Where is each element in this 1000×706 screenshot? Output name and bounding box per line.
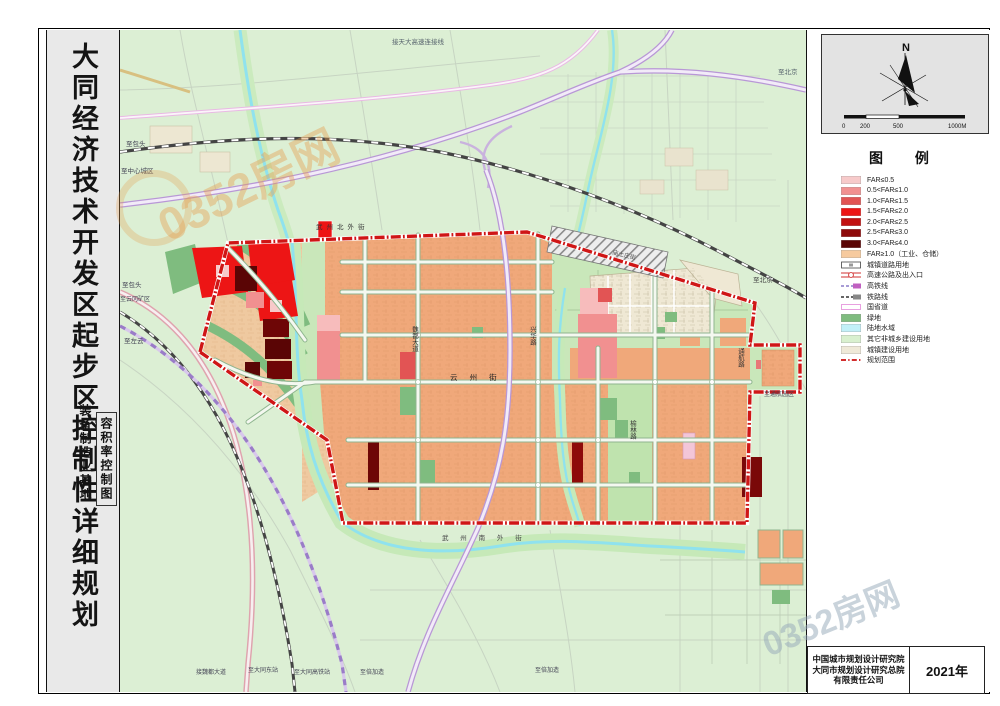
legend-label: 2.0<FAR≤2.5: [867, 219, 908, 226]
scale-500: 500: [893, 124, 904, 130]
label-to-aviation-park: 至通航园区: [764, 390, 794, 398]
green-swatch: [841, 314, 861, 322]
legend-row: 城镇建设用地: [841, 346, 943, 354]
legend-label: 高速公路及出入口: [867, 270, 923, 280]
water-swatch: [841, 324, 861, 332]
scale-200: 200: [860, 124, 871, 130]
plan-sheet: 大同经济技术开发区起步区控制性详细规划 装备制造业基地 容积率控制图: [0, 0, 1000, 706]
legend-label: 城镇道路用地: [867, 260, 909, 270]
legend-label: FAR≤0.5: [867, 177, 894, 184]
north-n-label: N: [902, 42, 910, 54]
urban-swatch: [841, 346, 861, 354]
legend-label: 其它非城乡建设用地: [867, 334, 930, 344]
north-arrow-icon: N 0 200 500 1000M: [822, 35, 988, 133]
right-panel: N 0 200 500 1000M: [806, 30, 990, 692]
legend-row: 其它非城乡建设用地: [841, 335, 943, 343]
label-to-beijing-rail: 至北京: [753, 275, 773, 284]
plan-year: 2021年: [910, 647, 984, 693]
scale-1000: 1000M: [948, 124, 966, 130]
scale-bar: 0 200 500 1000M: [842, 115, 966, 130]
legend-label: 1.5<FAR≤2.0: [867, 208, 908, 215]
far-swatch: [841, 250, 861, 258]
legend-row: FAR≤0.5: [841, 176, 943, 184]
page-title: 大同经济技术开发区起步区控制性详细规划: [69, 42, 96, 631]
legend-row: 陆地水域: [841, 324, 943, 332]
watermark-ring: [116, 170, 192, 246]
boundary-symbol-icon: [841, 356, 861, 364]
legend-row: 城镇道路用地: [841, 261, 943, 269]
legend-label: 国省道: [867, 302, 888, 312]
legend-row: 国省道: [841, 303, 943, 311]
label-to-zuoyun: 至左云: [124, 336, 144, 345]
label-to-weidu-avenue: 接魏都大道: [196, 668, 226, 676]
design-agency: 中国城市规划设计研究院 大同市规划设计研究总院 有限责任公司: [808, 647, 910, 693]
subtitle-map-type: 容积率控制图: [96, 412, 117, 506]
legend-label: FAR≥1.0（工业、仓储）: [867, 249, 943, 259]
hsr-symbol-icon: [841, 282, 861, 290]
legend-row: 高速公路及出入口: [841, 271, 943, 279]
label-to-beijiazao-2: 至倍加造: [535, 666, 559, 674]
scale-0: 0: [842, 124, 846, 130]
label-to-datong-east: 至大同东站: [248, 666, 278, 674]
label-to-beijiazao-1: 至倍加造: [360, 668, 384, 676]
legend-row: 铁路线: [841, 293, 943, 301]
railway-symbol-icon: [841, 293, 861, 301]
legend-label: 绿地: [867, 313, 881, 323]
nonurban-swatch: [841, 335, 861, 343]
legend-row: 2.5<FAR≤3.0: [841, 229, 943, 237]
far-swatch: [841, 229, 861, 237]
far-swatch: [841, 187, 861, 195]
legend-label: 高铁线: [867, 281, 888, 291]
legend-label: 3.0<FAR≤4.0: [867, 240, 908, 247]
legend-label: 城镇建设用地: [867, 345, 909, 355]
far-swatch: [841, 176, 861, 184]
agency-line: 大同市规划设计研究总院: [812, 665, 904, 676]
legend-row: 2.0<FAR≤2.5: [841, 218, 943, 226]
agency-line: 有限责任公司: [833, 675, 883, 686]
road-symbol-icon: [841, 261, 861, 269]
label-street-south-outer: 武 州 南 外 街: [442, 533, 527, 542]
label-street-yunzhou: 云 州 街: [450, 372, 502, 382]
highway-symbol-icon: [841, 271, 861, 279]
legend-label: 1.0<FAR≤1.5: [867, 198, 908, 205]
label-to-baotou-2: 至包头: [122, 280, 142, 289]
legend-label: 0.5<FAR≤1.0: [867, 187, 908, 194]
legend-row: 高铁线: [841, 282, 943, 290]
se-industrial-outside: [758, 530, 803, 585]
label-to-beijing-top: 至北京: [778, 67, 798, 76]
label-expressway-link: 接天大高速连接线: [392, 37, 445, 46]
label-to-yungang: 至云冈矿区: [120, 295, 150, 303]
legend-label: 2.5<FAR≤3.0: [867, 229, 908, 236]
plan-map: 接天大高速连接线 至北京 至北京 至包头 至中心城区 至包头 至云冈矿区 至左云…: [120, 30, 806, 692]
label-to-hsr-station: 至大同高铁站: [294, 668, 330, 676]
legend-label: 铁路线: [867, 292, 888, 302]
far-swatch: [841, 208, 861, 216]
title-bar: 大同经济技术开发区起步区控制性详细规划 装备制造业基地 容积率控制图: [46, 30, 120, 692]
legend-label: 陆地水域: [867, 323, 895, 333]
legend-row: 1.5<FAR≤2.0: [841, 208, 943, 216]
label-to-baotou-1: 至包头: [126, 139, 146, 148]
legend: FAR≤0.5 0.5<FAR≤1.0 1.0<FAR≤1.5 1.5<FAR≤…: [841, 176, 943, 364]
legend-title: 图 例: [807, 148, 991, 168]
subtitle-base: 装备制造业基地: [77, 404, 94, 502]
attribution-box: 中国城市规划设计研究院 大同市规划设计研究总院 有限责任公司 2021年: [807, 646, 985, 694]
map-canvas: 接天大高速连接线 至北京 至北京 至包头 至中心城区 至包头 至云冈矿区 至左云…: [120, 30, 806, 692]
provincial-road-symbol-icon: [841, 303, 861, 311]
far-swatch: [841, 240, 861, 248]
legend-row: 0.5<FAR≤1.0: [841, 187, 943, 195]
legend-row: 1.0<FAR≤1.5: [841, 197, 943, 205]
legend-row: 绿地: [841, 314, 943, 322]
legend-row: 3.0<FAR≤4.0: [841, 240, 943, 248]
legend-row: 规划范围: [841, 356, 943, 364]
north-scale-box: N 0 200 500 1000M: [821, 34, 989, 134]
far-swatch: [841, 197, 861, 205]
label-street-north-outer: 武州北外街: [316, 222, 369, 231]
far-swatch: [841, 218, 861, 226]
legend-row: FAR≥1.0（工业、仓储）: [841, 250, 943, 258]
agency-line: 中国城市规划设计研究院: [812, 654, 904, 665]
legend-label: 规划范围: [867, 355, 895, 365]
